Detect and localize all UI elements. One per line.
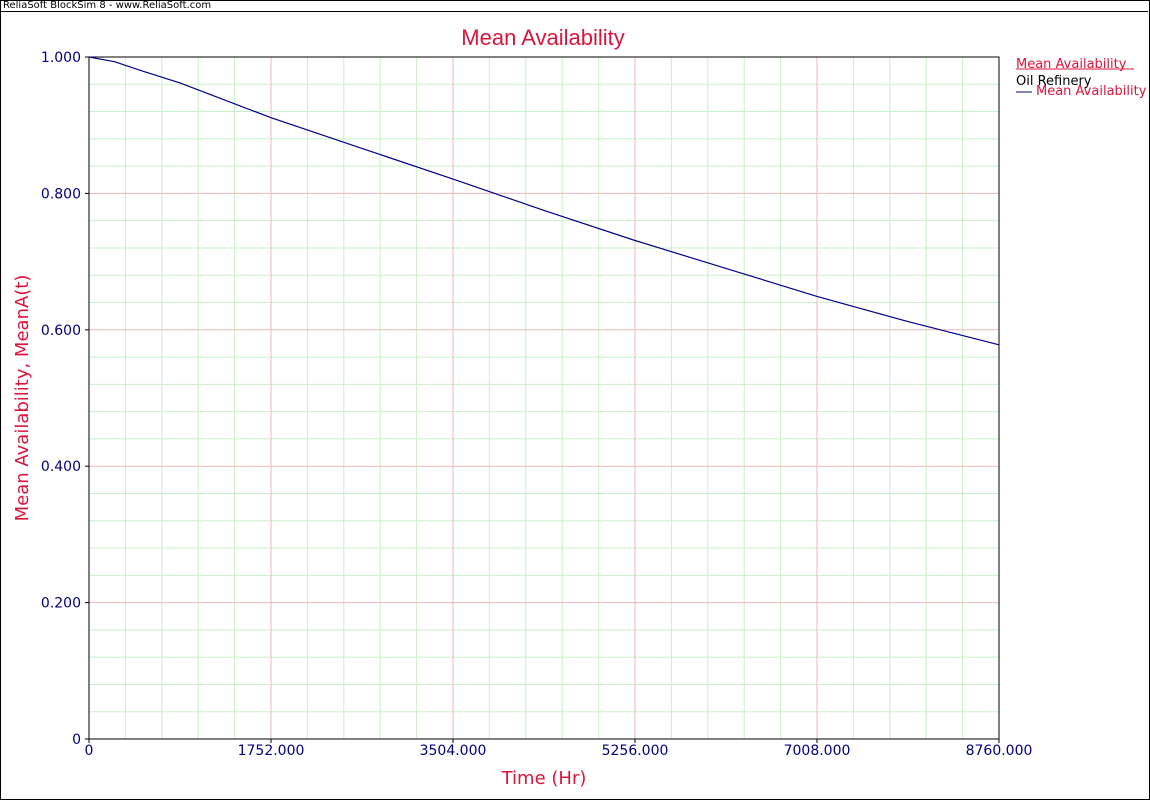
y-tick-label: 0.800 (41, 186, 81, 202)
series-line-mean-availability (88, 56, 1000, 346)
y-tick-label: 0.400 (41, 459, 81, 475)
availability-chart: 0 1752.000 3504.000 5256.000 7008.000 8760.00… (12, 25, 1147, 789)
tick-labels: 0 1752.000 3504.000 5256.000 7008.000 8760.00… (41, 50, 1033, 759)
x-axis-label: Time (Hr) (501, 768, 587, 789)
x-tick-label: 3504.000 (420, 743, 487, 759)
x-tick-label: 7008.000 (784, 743, 851, 759)
x-tick-label: 1752.000 (238, 743, 305, 759)
series-layer (88, 56, 1000, 346)
legend-heading: Mean Availability (1016, 57, 1127, 72)
plot-area-border (88, 56, 1000, 740)
legend-series-label: Mean Availability (1036, 84, 1147, 99)
chart-title: Mean Availability (461, 25, 624, 50)
major-grid (88, 56, 1000, 740)
x-tick-label: 5256.000 (602, 743, 669, 759)
x-tick-label: 0 (85, 743, 94, 759)
y-axis-label: Mean Availability, MeanA(t) (12, 275, 33, 522)
y-tick-label: 0.600 (41, 323, 81, 339)
x-tick-label: 8760.000 (966, 743, 1033, 759)
y-tick-label: 0.200 (41, 596, 81, 612)
y-tick-label: 1.000 (41, 50, 81, 66)
legend: Mean Availability Oil Refinery Mean Avai… (1016, 57, 1147, 99)
minor-grid (89, 57, 999, 739)
y-tick-label: 0 (72, 732, 81, 748)
